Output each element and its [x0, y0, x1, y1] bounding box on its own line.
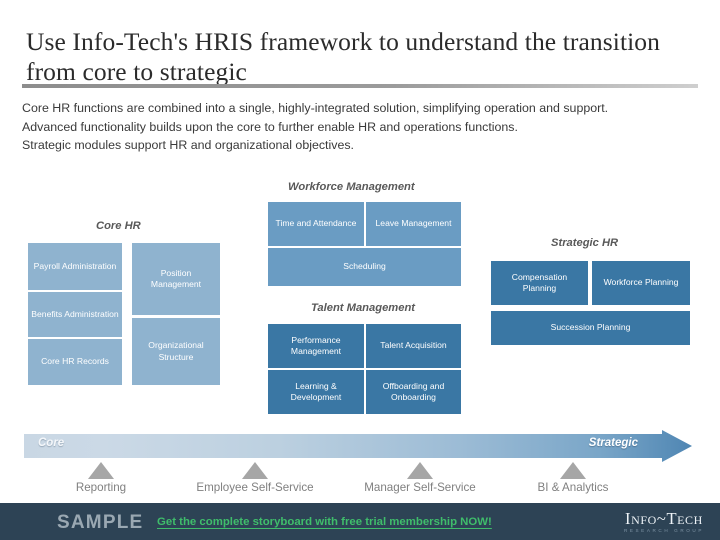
module-succession-planning[interactable]: Succession Planning [491, 311, 690, 345]
slide-canvas: Use Info-Tech's HRIS framework to unders… [0, 0, 720, 540]
arrow-label-strategic: Strategic [588, 437, 638, 449]
module-label: Position Management [150, 267, 202, 290]
caption-workforce-management: Workforce Management [288, 181, 415, 193]
core-to-strategic-arrow: Core Strategic [24, 430, 692, 462]
module-label: Leave Management [375, 218, 452, 229]
body-copy: Core HR functions are combined into a si… [22, 99, 702, 155]
cross-cutting-reporting[interactable]: Reporting [26, 462, 176, 494]
cross-cutting-label: BI & Analytics [537, 481, 609, 494]
cross-cutting-bi-and-analytics[interactable]: BI & Analytics [498, 462, 648, 494]
cross-cutting-employee-self-service[interactable]: Employee Self-Service [180, 462, 330, 494]
module-label: Scheduling [343, 261, 386, 272]
module-benefits-administration[interactable]: Benefits Administration [28, 292, 122, 337]
module-label: Workforce Planning [603, 277, 679, 288]
module-label: Compensation Planning [511, 271, 568, 294]
module-label: Payroll Administration [33, 260, 117, 271]
module-label: Time and Attendance [275, 218, 357, 229]
module-organizational-structure[interactable]: Organizational Structure [132, 318, 220, 385]
title-divider [22, 84, 698, 88]
footer-banner: SAMPLE Get the complete storyboard with … [0, 503, 720, 540]
triangle-up-icon [407, 462, 433, 479]
cross-cutting-label: Employee Self-Service [196, 481, 314, 494]
module-workforce-planning[interactable]: Workforce Planning [592, 261, 690, 305]
module-leave-management[interactable]: Leave Management [366, 202, 461, 246]
module-label: Core HR Records [41, 356, 109, 367]
triangle-up-icon [88, 462, 114, 479]
module-label: Performance Management [290, 334, 342, 357]
module-payroll-administration[interactable]: Payroll Administration [28, 243, 122, 290]
module-time-and-attendance[interactable]: Time and Attendance [268, 202, 364, 246]
module-label: Talent Acquisition [380, 340, 447, 351]
module-label: Learning & Development [290, 380, 342, 403]
module-label: Succession Planning [550, 322, 631, 333]
triangle-up-icon [242, 462, 268, 479]
cross-cutting-manager-self-service[interactable]: Manager Self-Service [345, 462, 495, 494]
caption-core-hr: Core HR [96, 220, 141, 232]
module-label: Organizational Structure [148, 340, 204, 362]
module-talent-acquisition[interactable]: Talent Acquisition [366, 324, 461, 368]
module-compensation-planning[interactable]: Compensation Planning [491, 261, 588, 305]
cross-cutting-label: Reporting [75, 481, 127, 494]
module-offboarding-and-onboarding[interactable]: Offboarding and Onboarding [366, 370, 461, 414]
arrow-label-core: Core [38, 437, 65, 449]
module-performance-management[interactable]: Performance Management [268, 324, 364, 368]
body-line-1: Core HR functions are combined into a si… [22, 101, 609, 115]
caption-strategic-hr: Strategic HR [551, 237, 619, 249]
module-learning-and-development[interactable]: Learning & Development [268, 370, 364, 414]
body-line-3: Strategic modules support HR and organiz… [22, 138, 354, 152]
logo-tagline: RESEARCH GROUP [623, 528, 704, 533]
page-title: Use Info-Tech's HRIS framework to unders… [26, 27, 661, 86]
promo-link[interactable]: Get the complete storyboard with free tr… [157, 516, 492, 528]
sample-watermark: SAMPLE [57, 512, 144, 533]
module-label: Benefits Administration [31, 308, 119, 319]
info-tech-logo: Info~Tech RESEARCH GROUP [624, 510, 704, 533]
body-line-2: Advanced functionality builds upon the c… [22, 119, 518, 134]
cross-cutting-label: Manager Self-Service [364, 481, 476, 494]
caption-talent-management: Talent Management [311, 302, 416, 314]
triangle-up-icon [560, 462, 586, 479]
module-label: Offboarding and Onboarding [382, 380, 445, 403]
logo-wordmark: Info~Tech [625, 509, 703, 528]
module-position-management[interactable]: Position Management [132, 243, 220, 315]
module-scheduling[interactable]: Scheduling [268, 248, 461, 286]
module-core-hr-records[interactable]: Core HR Records [28, 339, 122, 385]
